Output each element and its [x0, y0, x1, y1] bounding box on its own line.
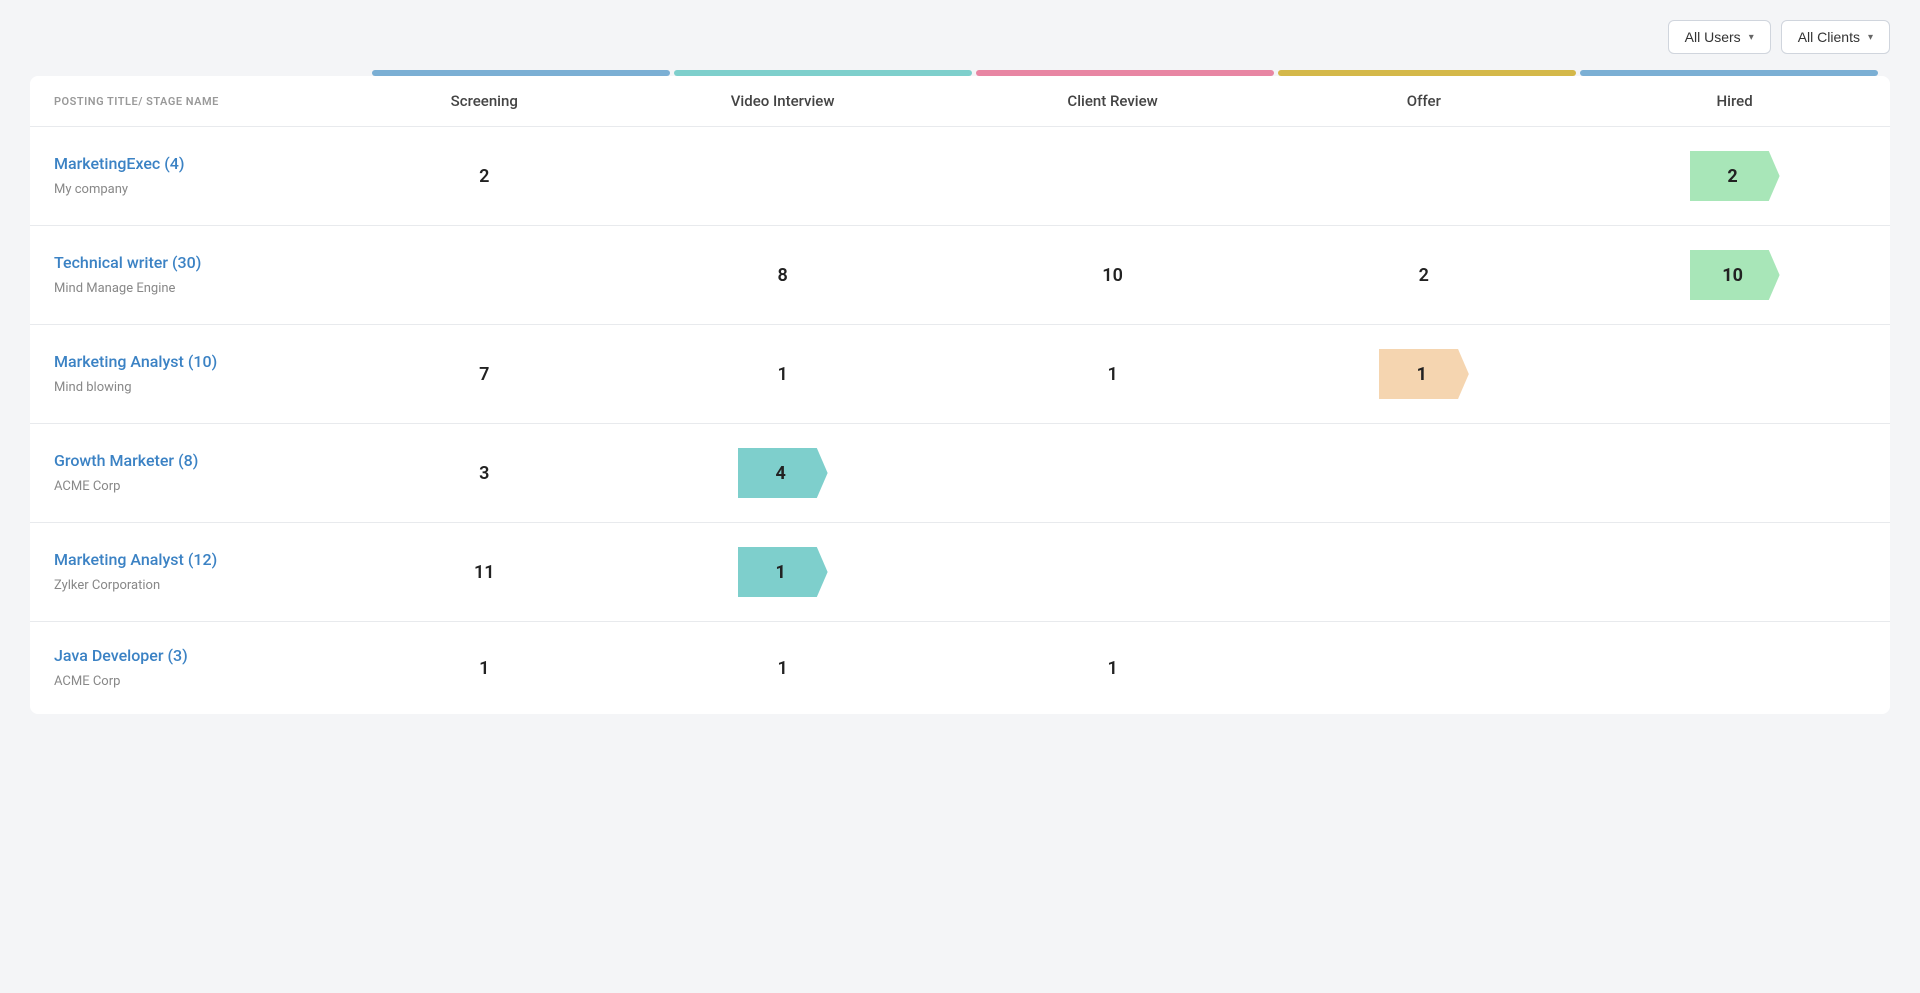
- video-interview-cell: 4: [609, 424, 957, 523]
- video-badge[interactable]: 4: [738, 448, 828, 498]
- video-interview-cell: 1: [609, 325, 957, 424]
- hired-cell: [1579, 622, 1890, 715]
- client-review-cell: [957, 523, 1269, 622]
- client-review-cell: 1: [957, 325, 1269, 424]
- color-bar-offer: [1278, 70, 1576, 76]
- table-row: Marketing Analyst (10) Mind blowing 7111: [30, 325, 1890, 424]
- posting-cell: Growth Marketer (8) ACME Corp: [30, 424, 360, 523]
- posting-company: ACME Corp: [54, 479, 120, 494]
- client-review-cell: [957, 127, 1269, 226]
- col-header-screening: Screening: [360, 76, 609, 127]
- report-table: POSTING TITLE/ STAGE NAME Screening Vide…: [30, 76, 1890, 714]
- video-interview-cell: 1: [609, 622, 957, 715]
- table-row: Growth Marketer (8) ACME Corp 3 4: [30, 424, 1890, 523]
- table-header-row: POSTING TITLE/ STAGE NAME Screening Vide…: [30, 76, 1890, 127]
- screening-cell: 1: [360, 622, 609, 715]
- table-row: Java Developer (3) ACME Corp 111: [30, 622, 1890, 715]
- color-bar-client-review: [976, 70, 1274, 76]
- offer-cell: [1268, 424, 1579, 523]
- screening-cell: 3: [360, 424, 609, 523]
- color-bar-video: [674, 70, 972, 76]
- chevron-down-icon: ▾: [1868, 32, 1873, 43]
- col-header-posting: POSTING TITLE/ STAGE NAME: [30, 76, 360, 127]
- video-interview-cell: 1: [609, 523, 957, 622]
- posting-cell: Marketing Analyst (10) Mind blowing: [30, 325, 360, 424]
- posting-title[interactable]: Java Developer (3): [54, 646, 348, 665]
- posting-company: Mind blowing: [54, 380, 132, 395]
- posting-company: My company: [54, 182, 128, 197]
- client-review-cell: 10: [957, 226, 1269, 325]
- col-header-client-review: Client Review: [957, 76, 1269, 127]
- posting-title[interactable]: Marketing Analyst (12): [54, 550, 348, 569]
- posting-cell: MarketingExec (4) My company: [30, 127, 360, 226]
- posting-cell: Java Developer (3) ACME Corp: [30, 622, 360, 715]
- col-header-video-interview: Video Interview: [609, 76, 957, 127]
- color-bar-hired: [1580, 70, 1878, 76]
- col-header-offer: Offer: [1268, 76, 1579, 127]
- color-bar-screening: [372, 70, 670, 76]
- hired-cell: 10: [1579, 226, 1890, 325]
- hired-cell: [1579, 325, 1890, 424]
- table-row: Technical writer (30) Mind Manage Engine…: [30, 226, 1890, 325]
- posting-cell: Technical writer (30) Mind Manage Engine: [30, 226, 360, 325]
- all-clients-label: All Clients: [1798, 29, 1860, 45]
- offer-cell: [1268, 127, 1579, 226]
- posting-title[interactable]: Marketing Analyst (10): [54, 352, 348, 371]
- offer-badge[interactable]: 1: [1379, 349, 1469, 399]
- client-review-cell: [957, 424, 1269, 523]
- table-row: MarketingExec (4) My company 2 2: [30, 127, 1890, 226]
- all-clients-dropdown[interactable]: All Clients ▾: [1781, 20, 1890, 54]
- screening-cell: 2: [360, 127, 609, 226]
- video-interview-cell: 8: [609, 226, 957, 325]
- hired-badge[interactable]: 10: [1690, 250, 1780, 300]
- video-interview-cell: [609, 127, 957, 226]
- posting-title[interactable]: Technical writer (30): [54, 253, 348, 272]
- offer-cell: [1268, 622, 1579, 715]
- all-users-label: All Users: [1685, 29, 1741, 45]
- video-badge[interactable]: 1: [738, 547, 828, 597]
- posting-cell: Marketing Analyst (12) Zylker Corporatio…: [30, 523, 360, 622]
- chevron-down-icon: ▾: [1749, 32, 1754, 43]
- posting-company: ACME Corp: [54, 674, 120, 689]
- offer-cell: 2: [1268, 226, 1579, 325]
- screening-cell: 11: [360, 523, 609, 622]
- hired-cell: 2: [1579, 127, 1890, 226]
- posting-company: Zylker Corporation: [54, 578, 160, 593]
- col-header-hired: Hired: [1579, 76, 1890, 127]
- posting-title[interactable]: MarketingExec (4): [54, 154, 348, 173]
- hired-badge[interactable]: 2: [1690, 151, 1780, 201]
- offer-cell: 1: [1268, 325, 1579, 424]
- client-review-cell: 1: [957, 622, 1269, 715]
- offer-cell: [1268, 523, 1579, 622]
- screening-cell: [360, 226, 609, 325]
- posting-title[interactable]: Growth Marketer (8): [54, 451, 348, 470]
- all-users-dropdown[interactable]: All Users ▾: [1668, 20, 1771, 54]
- screening-cell: 7: [360, 325, 609, 424]
- top-bar: All Users ▾ All Clients ▾: [30, 20, 1890, 54]
- hired-cell: [1579, 424, 1890, 523]
- posting-company: Mind Manage Engine: [54, 281, 175, 296]
- table-row: Marketing Analyst (12) Zylker Corporatio…: [30, 523, 1890, 622]
- hired-cell: [1579, 523, 1890, 622]
